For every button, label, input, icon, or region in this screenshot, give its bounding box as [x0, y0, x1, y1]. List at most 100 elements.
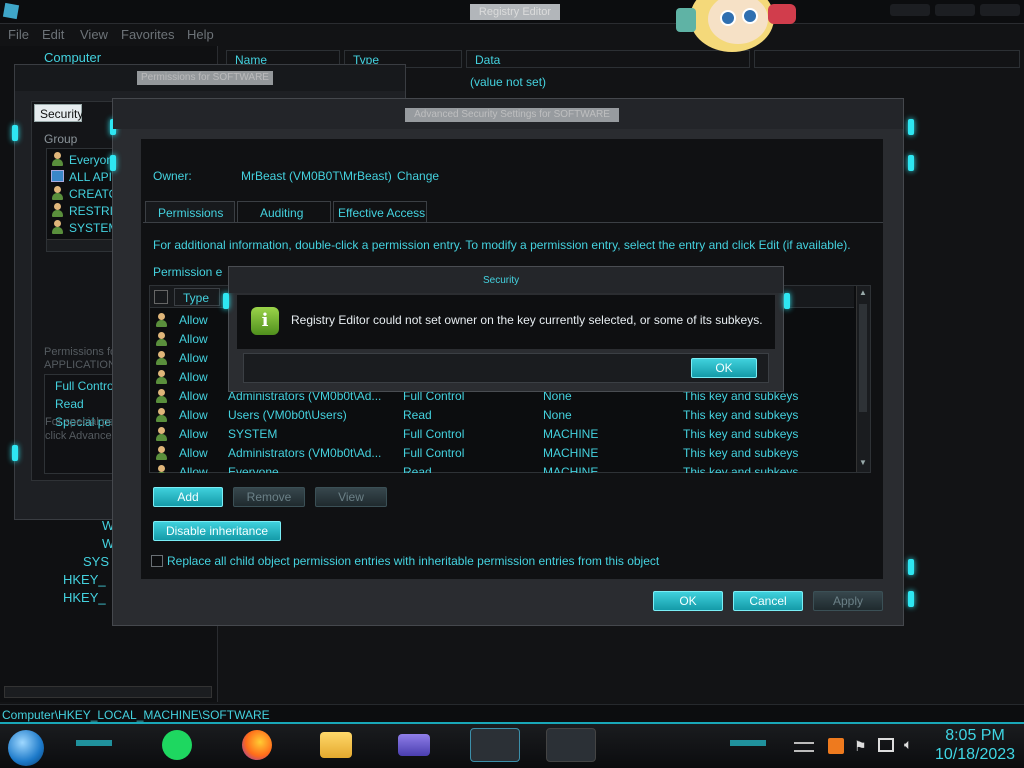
show-hidden-icons[interactable] — [794, 742, 814, 752]
info-icon: i — [251, 307, 279, 335]
msg-glow-left — [223, 293, 229, 309]
disable-inheritance-button[interactable]: Disable inheritance — [153, 521, 281, 541]
value-data-cell: (value not set) — [470, 75, 547, 89]
perm-full-control: Full Control — [55, 379, 117, 393]
adv-glow-5 — [908, 559, 914, 575]
tree-item-sys[interactable]: SYS — [83, 554, 109, 569]
tree-item-hkey-config[interactable]: HKEY_ — [63, 590, 106, 605]
replace-child-label: Replace all child object permission entr… — [167, 554, 660, 568]
adv-title: Advanced Security Settings for SOFTWARE — [405, 108, 619, 122]
tray-area: ⚑ 🔈︎ — [790, 728, 930, 766]
scroll-thumb[interactable] — [859, 304, 867, 412]
regedit-taskbar-icon[interactable] — [470, 728, 520, 762]
fonts-tray-icon[interactable] — [828, 738, 844, 754]
start-button[interactable] — [8, 730, 44, 766]
tree-root-computer[interactable]: Computer — [44, 50, 101, 65]
tab-effective-access[interactable]: Effective Access — [333, 201, 427, 223]
cancel-button[interactable]: Cancel — [733, 591, 803, 611]
permissions-title-bar: Permissions for SOFTWARE — [15, 65, 405, 91]
adv-glow-3 — [908, 119, 914, 135]
group-label: Group — [44, 132, 78, 146]
menu-view[interactable]: View — [80, 27, 108, 42]
entry-row-5[interactable]: Allow Users (VM0b0t\Users) Read None Thi… — [153, 406, 853, 425]
msg-text: Registry Editor could not set owner on t… — [291, 313, 763, 327]
users-icon — [155, 465, 169, 473]
entries-scrollbar[interactable]: ▲ ▼ — [856, 286, 870, 472]
add-button[interactable]: Add — [153, 487, 223, 507]
users-icon — [51, 186, 65, 200]
network-icon[interactable] — [878, 738, 894, 752]
anime-sticker-image — [672, 0, 800, 56]
menu-edit[interactable]: Edit — [42, 27, 64, 42]
file-explorer-icon[interactable] — [320, 732, 352, 758]
tab-auditing[interactable]: Auditing — [237, 201, 331, 223]
volume-icon[interactable]: 🔈︎ — [904, 736, 912, 753]
users-icon — [155, 446, 169, 460]
permissions-glow-left — [12, 125, 18, 141]
select-all-checkbox[interactable] — [154, 290, 168, 304]
col-type-header[interactable]: Type — [174, 288, 220, 306]
menu-file[interactable]: File — [8, 27, 29, 42]
scroll-up-arrow[interactable]: ▲ — [859, 288, 867, 297]
taskbar: ⚑ 🔈︎ 8:05 PM 10/18/2023 — [0, 722, 1024, 768]
spotify-icon[interactable] — [162, 730, 192, 760]
tree-item-hkey-users[interactable]: HKEY_ — [63, 572, 106, 587]
change-owner-link[interactable]: Change — [397, 169, 439, 183]
users-icon — [155, 351, 169, 365]
users-icon — [155, 408, 169, 422]
entry-row-6[interactable]: Allow SYSTEM Full Control MACHINE This k… — [153, 425, 853, 444]
users-icon — [155, 370, 169, 384]
replace-child-checkbox[interactable] — [151, 555, 163, 567]
msg-title: Security — [483, 275, 520, 286]
scroll-down-arrow[interactable]: ▼ — [859, 458, 867, 467]
users-icon — [155, 313, 169, 327]
window-title: Registry Editor — [470, 4, 560, 20]
firefox-icon[interactable] — [242, 730, 272, 760]
clock[interactable]: 8:05 PM 10/18/2023 — [930, 726, 1020, 768]
adv-title-bar: Advanced Security Settings for SOFTWARE — [113, 99, 903, 129]
owner-value: MrBeast (VM0B0T\MrBeast) — [241, 169, 392, 183]
menu-favorites[interactable]: Favorites — [121, 27, 174, 42]
owner-label: Owner: — [153, 169, 192, 183]
clock-date: 10/18/2023 — [934, 746, 1016, 763]
view-button[interactable]: View — [315, 487, 387, 507]
firewall-icon[interactable] — [546, 728, 596, 762]
title-bar: Registry Editor — [0, 0, 1024, 24]
close-button[interactable] — [980, 4, 1020, 16]
msg-ok-button[interactable]: OK — [691, 358, 757, 378]
security-tab[interactable]: Security — [34, 104, 83, 122]
menu-help[interactable]: Help — [187, 27, 214, 42]
tab-permissions[interactable]: Permissions — [145, 201, 235, 223]
users-icon — [155, 389, 169, 403]
entry-row-7[interactable]: Allow Administrators (VM0b0t\Ad... Full … — [153, 444, 853, 463]
remove-button[interactable]: Remove — [233, 487, 305, 507]
clock-time: 8:05 PM — [945, 727, 1005, 744]
flag-icon[interactable]: ⚑ — [854, 738, 867, 755]
status-bar: Computer\HKEY_LOCAL_MACHINE\SOFTWARE — [0, 704, 1024, 724]
users-icon — [51, 152, 65, 166]
registry-icon — [2, 2, 20, 20]
apply-button[interactable]: Apply — [813, 591, 883, 611]
tree-hscrollbar[interactable] — [4, 686, 212, 698]
security-message-box: Security i Registry Editor could not set… — [223, 266, 790, 392]
adv-glow-2 — [110, 155, 116, 171]
perm-read: Read — [55, 397, 84, 411]
users-icon — [155, 427, 169, 441]
app-package-icon — [51, 170, 64, 182]
msg-glow-right — [784, 293, 790, 309]
status-path: Computer\HKEY_LOCAL_MACHINE\SOFTWARE — [2, 708, 270, 722]
msg-title-bar: Security — [229, 267, 783, 293]
entry-row-8[interactable]: Allow Everyone Read MACHINE This key and… — [153, 463, 853, 473]
menu-bar: File Edit View Favorites Help — [0, 26, 230, 44]
maximize-button[interactable] — [935, 4, 975, 16]
info-text: For additional information, double-click… — [153, 238, 851, 252]
users-icon — [51, 220, 65, 234]
taskbar-glow-left — [76, 740, 112, 746]
minimize-button[interactable] — [890, 4, 930, 16]
control-panel-icon[interactable] — [398, 734, 430, 756]
adv-glow-4 — [908, 155, 914, 171]
users-icon — [155, 332, 169, 346]
permissions-glow-left-2 — [12, 445, 18, 461]
taskbar-glow-right — [730, 740, 766, 746]
ok-button[interactable]: OK — [653, 591, 723, 611]
